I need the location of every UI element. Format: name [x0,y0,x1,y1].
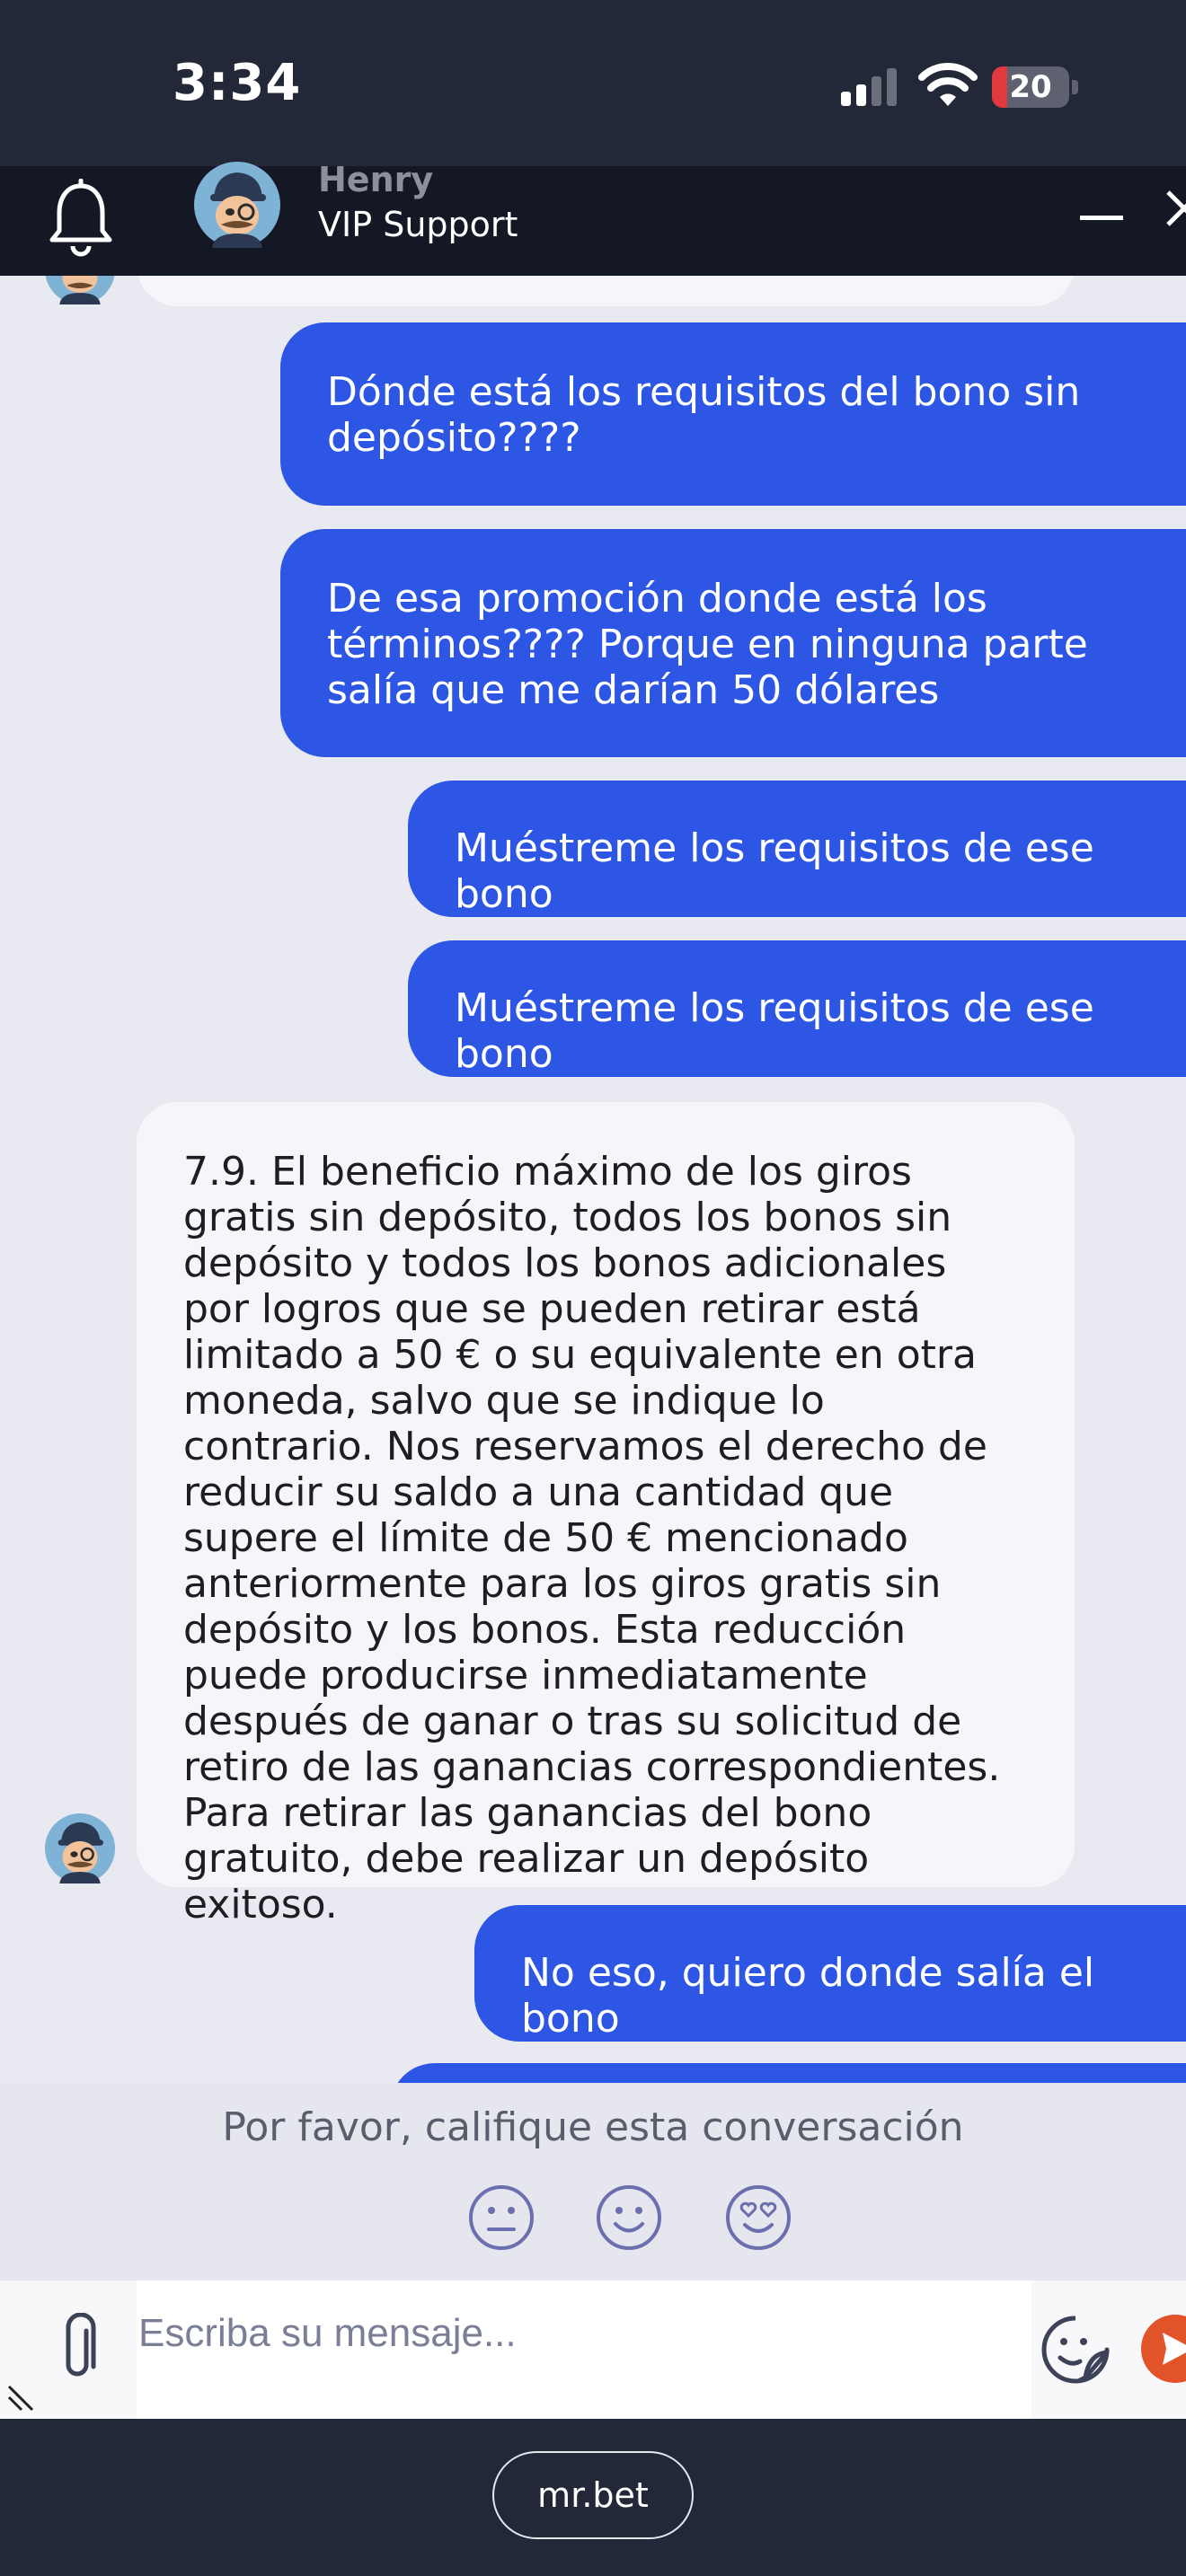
agent-avatar-small [45,1813,115,1883]
attachment-icon[interactable] [54,2313,104,2386]
url-bar[interactable]: mr.bet [492,2451,694,2539]
chat-header [0,166,1186,276]
status-bar: 3:34 20 [0,0,1186,166]
chat-message-list[interactable]: Dónde está los requisitos del bono sin d… [0,276,1186,2083]
message-composer [0,2280,1186,2419]
message-input[interactable] [137,2297,1021,2370]
user-message: No eso, quiero donde salía el bono [474,1905,1186,2042]
emoji-sticker-icon[interactable] [1039,2313,1112,2386]
user-message: Muéstreme los requisitos de ese bono [408,781,1186,917]
message-text: De esa promoción donde está los términos… [327,576,1088,713]
agent-name: Henry [318,160,434,199]
message-text: 7.9. El beneficio máximo de los giros gr… [183,1149,1001,1928]
agent-avatar-small [45,276,115,304]
close-chat-icon[interactable] [1164,185,1186,228]
heart-eyes-face-icon[interactable] [724,2183,792,2252]
battery-indicator: 20 [992,66,1078,108]
agent-message: 7.9. El beneficio máximo de los giros gr… [137,1102,1075,1928]
user-message: De esa promoción donde está los términos… [280,529,1186,757]
smile-face-icon[interactable] [595,2183,663,2252]
user-message: Muéstreme los requisitos de ese bono [408,940,1186,1077]
neutral-face-icon[interactable] [467,2183,535,2252]
rating-panel: Por favor, califique esta conversación [0,2083,1186,2280]
previous-agent-message [137,276,1075,306]
message-text: Muéstreme los requisitos de ese bono [455,825,1094,917]
battery-level: 20 [1009,69,1052,105]
send-icon [1163,2333,1186,2365]
rating-prompt: Por favor, califique esta conversación [222,2104,964,2150]
agent-role: VIP Support [318,205,518,244]
message-text: No eso, quiero donde salía el bono [521,1950,1095,2042]
send-button[interactable] [1141,2315,1186,2383]
user-message: Dónde está los requisitos del bono sin d… [280,322,1186,506]
cellular-signal-icon [841,68,897,106]
resize-handle-icon[interactable] [5,2378,41,2413]
browser-toolbar: mr.bet [0,2419,1186,2576]
user-message-partial [390,2063,1186,2083]
message-text: Muéstreme los requisitos de ese bono [455,985,1094,1077]
notification-bell-icon[interactable] [45,179,117,258]
minimize-chat-button[interactable] [1080,216,1123,220]
message-text: Dónde está los requisitos del bono sin d… [327,369,1081,461]
wifi-icon [918,63,978,106]
status-time: 3:34 [173,54,302,112]
agent-avatar [194,162,280,248]
